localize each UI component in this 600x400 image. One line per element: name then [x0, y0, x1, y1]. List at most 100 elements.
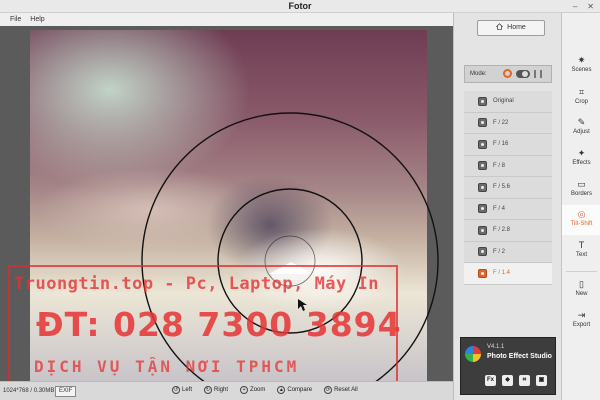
close-icon[interactable]: ✕ — [587, 2, 594, 11]
aperture-icon — [478, 247, 487, 257]
promo-version: V4.1.1 — [487, 344, 505, 350]
sidebar-label-adjust: Adjust — [573, 129, 590, 135]
sidebar-item-effects[interactable]: ✦ Effects — [562, 144, 600, 174]
sidebar-item-text[interactable]: T Text — [562, 236, 600, 266]
zoom-icon: + — [240, 386, 249, 394]
preset-f2[interactable]: F / 2 — [464, 241, 552, 263]
exif-button[interactable]: EXIF — [55, 386, 77, 397]
preset-f5-6[interactable]: F / 5.6 — [464, 177, 552, 199]
preset-f16[interactable]: F / 16 — [464, 134, 552, 156]
preset-label: F / 1.4 — [493, 270, 511, 277]
sidebar-label-borders: Borders — [570, 191, 592, 197]
aperture-icon — [478, 139, 487, 149]
compare-button[interactable]: ▲ Compare — [277, 386, 312, 394]
new-icon: ▯ — [579, 279, 584, 289]
preset-label: F / 2 — [493, 248, 506, 255]
home-icon — [496, 23, 504, 30]
reset-icon: ⟳ — [324, 386, 333, 394]
sidebar-label-text: Text — [575, 252, 587, 258]
preset-label: Original — [493, 98, 514, 105]
preset-f2-8[interactable]: F / 2.8 — [464, 220, 552, 242]
borders-icon: ▭ — [577, 179, 586, 189]
aperture-icon — [478, 161, 487, 171]
aperture-icon — [478, 118, 487, 128]
window-title: Fotor — [288, 1, 312, 11]
rotate-frame-icon: ▣ — [536, 375, 547, 386]
menu-file[interactable]: File — [10, 16, 21, 23]
status-bar: 1024*768 / 0.30MB EXIF ↺ Left ↻ Right + … — [0, 381, 453, 400]
preset-f22[interactable]: F / 22 — [464, 112, 552, 134]
tilt-shift-panel: Home Mode: Original F / 22 F / 16 F / 8 … — [453, 13, 561, 400]
crop-frame-icon: ⌗ — [519, 375, 530, 386]
compare-icon: ▲ — [277, 386, 286, 394]
mode-row: Mode: — [464, 65, 552, 83]
sidebar-label-scenes: Scenes — [571, 67, 592, 73]
preset-label: F / 4 — [493, 205, 506, 212]
image-info: 1024*768 / 0.30MB — [3, 388, 55, 394]
zoom-label: Zoom — [250, 387, 266, 393]
reset-all-button[interactable]: ⟳ Reset All — [324, 386, 358, 394]
sidebar-divider — [566, 271, 597, 272]
promo-feature-icons: Fx ◆ ⌗ ▣ — [485, 375, 547, 386]
sidebar-item-crop[interactable]: ⌗ Crop — [562, 83, 600, 113]
tilt-shift-icon: ◎ — [577, 209, 586, 219]
aperture-icon — [478, 225, 487, 235]
sidebar-label-new: New — [575, 291, 588, 297]
title-bar: Fotor – ✕ — [0, 0, 600, 13]
rotate-left-label: Left — [182, 387, 193, 393]
sidebar-label-tilt-shift: Tilt-Shift — [570, 221, 593, 227]
export-icon: ⇥ — [577, 310, 586, 320]
aperture-preset-list: Original F / 22 F / 16 F / 8 F / 5.6 F /… — [464, 91, 552, 285]
mode-options — [503, 69, 542, 78]
watermark-line-3: DỊCH VỤ TẬN NƠI TPHCM — [34, 357, 300, 376]
photo-effect-studio-promo[interactable]: V4.1.1 Photo Effect Studio Fx ◆ ⌗ ▣ — [460, 337, 556, 395]
diamond-icon: ◆ — [502, 375, 513, 386]
menu-help[interactable]: Help — [30, 16, 44, 23]
view-toolbar: ↺ Left ↻ Right + Zoom ▲ Compare ⟳ Reset … — [172, 386, 358, 394]
effects-icon: ✦ — [577, 148, 586, 158]
watermark-line-1: Truongtin.top - Pc, Laptop, Máy In — [14, 274, 379, 294]
menu-bar: File Help — [0, 13, 453, 26]
sidebar-item-borders[interactable]: ▭ Borders — [562, 175, 600, 205]
window-controls: – ✕ — [573, 0, 594, 13]
preset-label: F / 16 — [493, 141, 509, 148]
adjust-icon: ✎ — [577, 117, 586, 127]
sidebar-item-scenes[interactable]: ✷ Scenes — [562, 51, 600, 81]
reset-all-label: Reset All — [334, 387, 358, 393]
home-button[interactable]: Home — [477, 20, 545, 36]
watermark-line-2: ĐT: 028 7300 3894 — [36, 305, 402, 344]
rotate-left-button[interactable]: ↺ Left — [172, 386, 192, 394]
sidebar-label-effects: Effects — [572, 160, 591, 166]
sidebar-label-crop: Crop — [574, 99, 588, 105]
photo-effect-studio-logo-icon — [465, 346, 481, 362]
aperture-icon — [478, 268, 487, 278]
preset-f4[interactable]: F / 4 — [464, 198, 552, 220]
home-label: Home — [507, 24, 526, 31]
promo-title: Photo Effect Studio — [487, 353, 552, 360]
preset-label: F / 5.6 — [493, 184, 511, 191]
mode-toggle[interactable] — [516, 69, 530, 78]
preset-f1-4[interactable]: F / 1.4 — [464, 263, 552, 285]
sidebar-item-new[interactable]: ▯ New — [562, 275, 600, 305]
crop-icon: ⌗ — [578, 87, 585, 97]
preset-original[interactable]: Original — [464, 91, 552, 113]
sidebar-label-export: Export — [572, 322, 591, 328]
radial-mode-icon[interactable] — [503, 69, 512, 78]
sidebar-item-export[interactable]: ⇥ Export — [562, 306, 600, 336]
rotate-right-label: Right — [214, 387, 229, 393]
preset-label: F / 22 — [493, 119, 509, 126]
zoom-button[interactable]: + Zoom — [240, 386, 265, 394]
aperture-icon — [478, 96, 487, 106]
text-icon: T — [578, 240, 585, 250]
aperture-icon — [478, 182, 487, 192]
fx-icon: Fx — [485, 375, 496, 386]
minimize-icon[interactable]: – — [573, 2, 577, 11]
tool-sidebar: ✷ Scenes ⌗ Crop ✎ Adjust ✦ Effects ▭ Bor… — [561, 13, 600, 400]
scenes-icon: ✷ — [577, 55, 586, 65]
sidebar-item-adjust[interactable]: ✎ Adjust — [562, 113, 600, 143]
compare-label: Compare — [287, 387, 313, 393]
rotate-right-button[interactable]: ↻ Right — [204, 386, 228, 394]
linear-mode-icon[interactable] — [534, 69, 542, 78]
preset-f8[interactable]: F / 8 — [464, 155, 552, 177]
sidebar-item-tilt-shift[interactable]: ◎ Tilt-Shift — [562, 205, 600, 235]
